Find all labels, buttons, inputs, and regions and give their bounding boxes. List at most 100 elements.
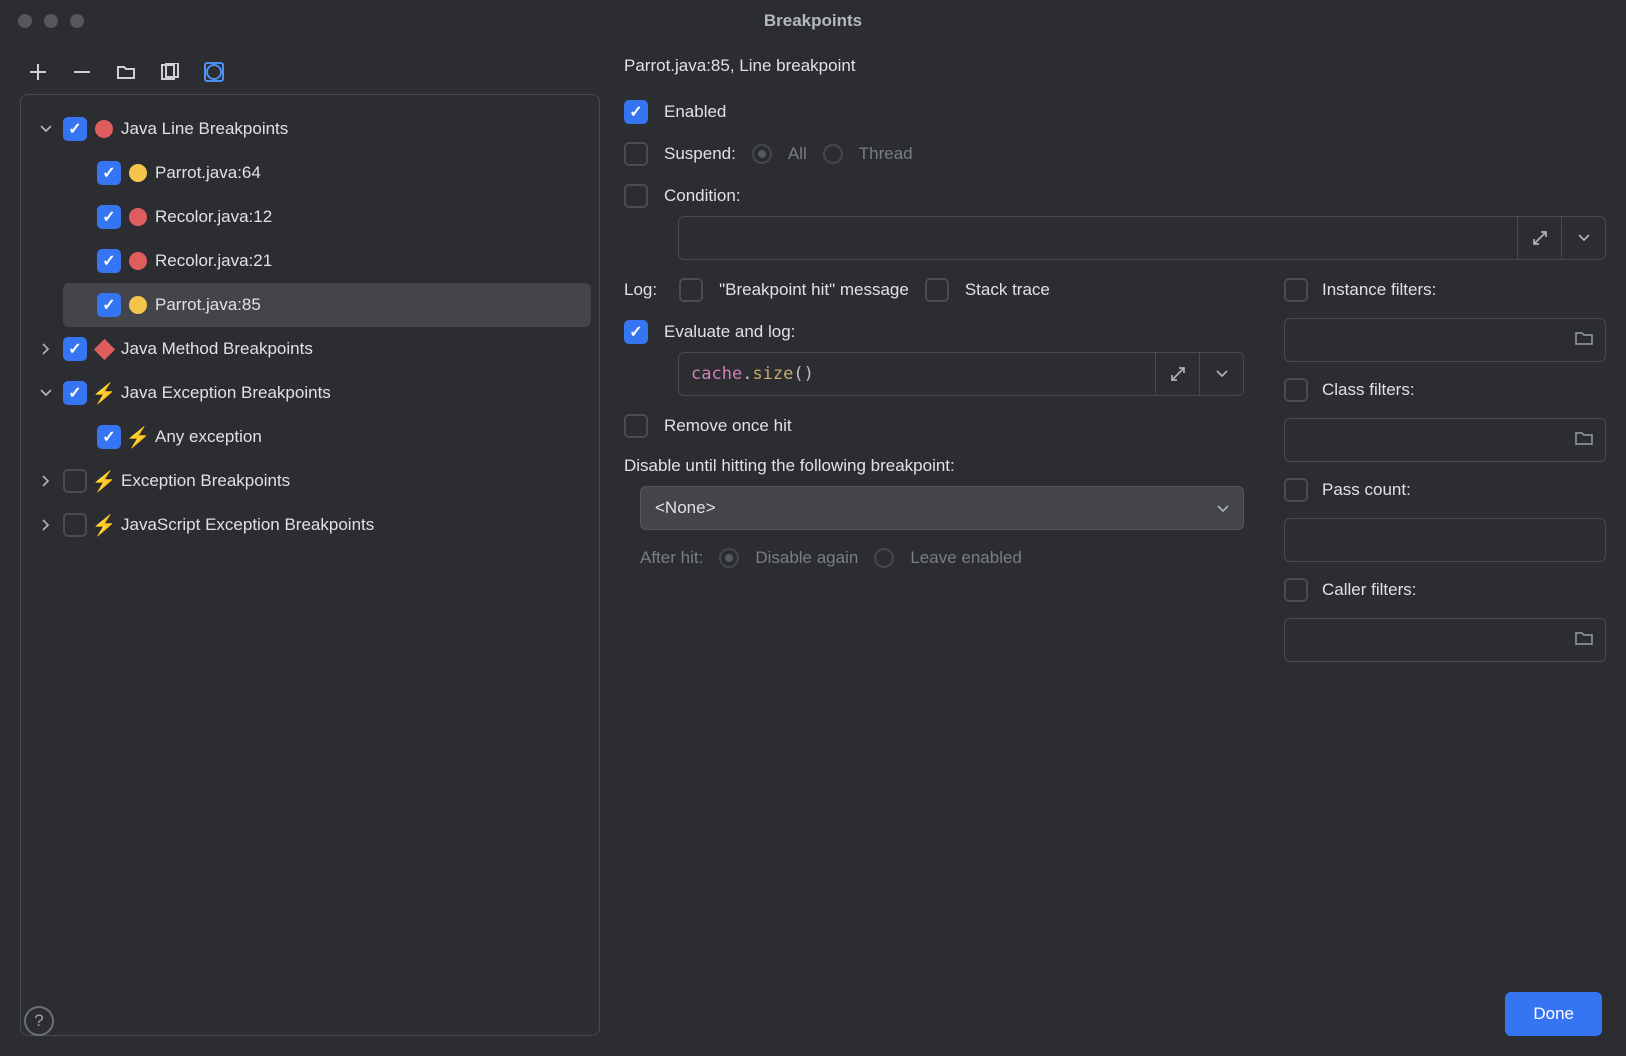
chevron-down-icon: [1217, 498, 1229, 518]
breakpoint-icon: [127, 250, 149, 272]
pass-count-checkbox[interactable]: [1284, 478, 1308, 502]
close-window-icon[interactable]: [18, 14, 32, 28]
breakpoint-icon: [127, 162, 149, 184]
class-filter-checkbox[interactable]: [1284, 378, 1308, 402]
expand-arrow-icon[interactable]: [35, 125, 57, 133]
group-label: Java Exception Breakpoints: [121, 383, 331, 403]
breakpoint-type-icon: ⚡: [93, 514, 115, 536]
remove-breakpoint-icon[interactable]: [70, 60, 94, 84]
view-breakpoints-icon[interactable]: [202, 60, 226, 84]
tree-item-any-exc[interactable]: ⚡ Any exception: [63, 415, 591, 459]
item-label: Any exception: [155, 427, 262, 447]
zoom-window-icon[interactable]: [70, 14, 84, 28]
tree-group-js-exc[interactable]: ⚡ JavaScript Exception Breakpoints: [29, 503, 591, 547]
caller-filter-input[interactable]: [1284, 618, 1606, 662]
condition-label: Condition:: [664, 186, 741, 206]
remove-once-label: Remove once hit: [664, 416, 792, 436]
tree-group-java-line[interactable]: Java Line Breakpoints: [29, 107, 591, 151]
remove-once-checkbox[interactable]: [624, 414, 648, 438]
expand-arrow-icon[interactable]: [35, 519, 57, 531]
expand-evaluate-icon[interactable]: [1156, 352, 1200, 396]
group-label: Exception Breakpoints: [121, 471, 290, 491]
evaluate-checkbox[interactable]: [624, 320, 648, 344]
breakpoint-type-icon: ⚡: [93, 382, 115, 404]
tree-item-parrot-85[interactable]: Parrot.java:85: [63, 283, 591, 327]
add-breakpoint-icon[interactable]: [26, 60, 50, 84]
disable-until-select[interactable]: <None>: [640, 486, 1244, 530]
group-by-file-icon[interactable]: [158, 60, 182, 84]
window-controls: [0, 14, 84, 28]
group-checkbox[interactable]: [63, 117, 87, 141]
tree-group-java-method[interactable]: Java Method Breakpoints: [29, 327, 591, 371]
pass-count-input[interactable]: [1284, 518, 1606, 562]
log-label: Log:: [624, 280, 657, 300]
disable-again-label: Disable again: [755, 548, 858, 568]
expand-condition-icon[interactable]: [1518, 216, 1562, 260]
caller-filter-checkbox[interactable]: [1284, 578, 1308, 602]
expand-arrow-icon[interactable]: [35, 475, 57, 487]
expand-arrow-icon[interactable]: [35, 343, 57, 355]
class-filter-input[interactable]: [1284, 418, 1606, 462]
minimize-window-icon[interactable]: [44, 14, 58, 28]
help-button[interactable]: ?: [24, 1006, 54, 1036]
group-checkbox[interactable]: [63, 513, 87, 537]
instance-filter-checkbox[interactable]: [1284, 278, 1308, 302]
evaluate-input[interactable]: cache.size(): [678, 352, 1156, 396]
leave-enabled-label: Leave enabled: [910, 548, 1022, 568]
tree-group-java-exception[interactable]: ⚡ Java Exception Breakpoints: [29, 371, 591, 415]
item-label: Parrot.java:85: [155, 295, 261, 315]
done-button[interactable]: Done: [1505, 992, 1602, 1036]
suspend-label: Suspend:: [664, 144, 736, 164]
group-by-package-icon[interactable]: [114, 60, 138, 84]
breakpoint-tree: Java Line Breakpoints Parrot.java:64 Recol…: [20, 94, 600, 1036]
breakpoint-icon: ⚡: [127, 426, 149, 448]
group-checkbox[interactable]: [63, 469, 87, 493]
condition-input[interactable]: [678, 216, 1518, 260]
leave-enabled-radio[interactable]: [874, 548, 894, 568]
item-checkbox[interactable]: [97, 425, 121, 449]
tree-item-parrot-64[interactable]: Parrot.java:64: [63, 151, 591, 195]
suspend-checkbox[interactable]: [624, 142, 648, 166]
item-label: Recolor.java:21: [155, 251, 272, 271]
log-hit-checkbox[interactable]: [679, 278, 703, 302]
titlebar: Breakpoints: [0, 0, 1626, 42]
folder-icon: [1575, 630, 1593, 650]
suspend-all-radio[interactable]: [752, 144, 772, 164]
breakpoint-icon: [127, 294, 149, 316]
tree-group-exc-bp[interactable]: ⚡ Exception Breakpoints: [29, 459, 591, 503]
item-checkbox[interactable]: [97, 205, 121, 229]
instance-filter-input[interactable]: [1284, 318, 1606, 362]
suspend-all-label: All: [788, 144, 807, 164]
group-checkbox[interactable]: [63, 381, 87, 405]
log-stack-checkbox[interactable]: [925, 278, 949, 302]
item-checkbox[interactable]: [97, 249, 121, 273]
suspend-thread-radio[interactable]: [823, 144, 843, 164]
item-checkbox[interactable]: [97, 161, 121, 185]
item-label: Recolor.java:12: [155, 207, 272, 227]
breakpoint-toolbar: [20, 54, 600, 94]
log-hit-label: "Breakpoint hit" message: [719, 280, 909, 300]
breakpoint-icon: [127, 206, 149, 228]
condition-history-icon[interactable]: [1562, 216, 1606, 260]
folder-icon: [1575, 330, 1593, 350]
breakpoint-type-icon: [93, 118, 115, 140]
evaluate-history-icon[interactable]: [1200, 352, 1244, 396]
after-hit-label: After hit:: [640, 548, 703, 568]
evaluate-label: Evaluate and log:: [664, 322, 795, 342]
tree-item-recolor-21[interactable]: Recolor.java:21: [63, 239, 591, 283]
expand-arrow-icon[interactable]: [35, 389, 57, 397]
detail-title: Parrot.java:85, Line breakpoint: [624, 56, 1606, 76]
group-label: JavaScript Exception Breakpoints: [121, 515, 374, 535]
group-label: Java Line Breakpoints: [121, 119, 288, 139]
caller-filter-label: Caller filters:: [1322, 580, 1416, 600]
tree-item-recolor-12[interactable]: Recolor.java:12: [63, 195, 591, 239]
class-filter-label: Class filters:: [1322, 380, 1415, 400]
condition-checkbox[interactable]: [624, 184, 648, 208]
disable-again-radio[interactable]: [719, 548, 739, 568]
breakpoint-type-icon: ⚡: [93, 470, 115, 492]
instance-filter-label: Instance filters:: [1322, 280, 1436, 300]
breakpoint-type-icon: [93, 338, 115, 360]
item-checkbox[interactable]: [97, 293, 121, 317]
enabled-checkbox[interactable]: [624, 100, 648, 124]
group-checkbox[interactable]: [63, 337, 87, 361]
